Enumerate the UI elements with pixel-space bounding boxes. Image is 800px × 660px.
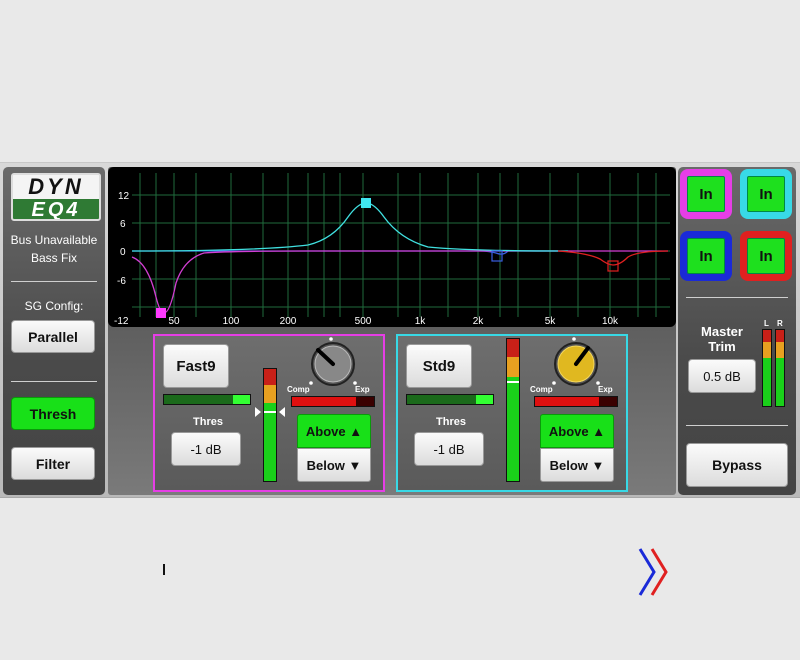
divider — [686, 297, 788, 298]
band1-thres-label: Thres — [193, 416, 223, 428]
band3-in-button[interactable]: In — [680, 231, 732, 281]
x-tick: 1k — [415, 316, 427, 327]
band2-level-meter — [506, 338, 520, 482]
dyn-eq4-logo: DYN EQ4 — [11, 173, 101, 221]
eq-graph[interactable]: 12 6 0 -6 -12 50 100 200 500 1k 2k 5k 10… — [108, 167, 676, 327]
band1-in-button[interactable]: In — [680, 169, 732, 219]
above-label: Above — [548, 423, 589, 439]
band2-below-button[interactable]: Below ▼ — [540, 448, 614, 482]
band1-type-button[interactable]: Fast9 — [163, 344, 229, 388]
graph-background — [108, 167, 676, 327]
y-tick: -6 — [117, 276, 126, 287]
band1-dynamics-panel: Fast9 Thres -1 dB Comp Exp Above ▲ Below… — [153, 334, 385, 575]
band2-thres-value[interactable]: -1 dB — [414, 432, 484, 466]
right-panel: In In In In Master Trim 0.5 dB L R Bypas… — [678, 167, 796, 495]
band2-thres-label: Thres — [436, 416, 466, 428]
x-tick: 100 — [223, 316, 240, 327]
exp-label: Exp — [355, 385, 370, 394]
below-label: Below — [549, 457, 588, 473]
band2-comp-exp-knob[interactable]: Comp Exp — [530, 336, 620, 396]
next-chevron-icon[interactable] — [636, 545, 672, 599]
y-tick: 6 — [120, 219, 126, 230]
meter-l-label: L — [764, 319, 769, 328]
down-triangle-icon: ▼ — [348, 457, 362, 473]
band2-ratio-bar — [534, 396, 618, 407]
x-tick: 5k — [545, 316, 557, 327]
x-tick: 2k — [473, 316, 485, 327]
band2-dynamics-panel: Std9 Thres -1 dB Comp Exp Above ▲ Below … — [396, 334, 628, 492]
bass-fix-label: Bass Fix — [30, 251, 77, 265]
exp-label: Exp — [598, 385, 613, 394]
divider — [11, 381, 97, 382]
band1-above-button[interactable]: Above ▲ — [297, 414, 371, 448]
master-meter-left — [762, 329, 772, 407]
in-label: In — [747, 176, 785, 212]
x-tick: 50 — [168, 316, 180, 327]
band2-type-button[interactable]: Std9 — [406, 344, 472, 388]
filter-button[interactable]: Filter — [11, 447, 95, 480]
master-meter-right — [775, 329, 785, 407]
x-tick: 10k — [602, 316, 619, 327]
down-triangle-icon: ▼ — [591, 457, 605, 473]
up-triangle-icon: ▲ — [592, 423, 606, 439]
logo-bottom: EQ4 — [13, 199, 99, 219]
x-tick: 200 — [280, 316, 297, 327]
divider — [686, 425, 788, 426]
band1-handle[interactable] — [156, 308, 166, 318]
master-trim-line2: Trim — [708, 339, 736, 354]
logo-top: DYN — [13, 175, 99, 199]
band1-below-button[interactable]: Below ▼ — [297, 448, 371, 482]
y-tick: 0 — [120, 247, 126, 258]
band2-gain-meter — [406, 394, 494, 405]
in-label: In — [747, 238, 785, 274]
up-triangle-icon: ▲ — [349, 423, 363, 439]
sg-config-label: SG Config: — [24, 299, 84, 313]
band1-gain-meter — [163, 394, 251, 405]
band1-level-meter — [263, 368, 277, 482]
band4-in-button[interactable]: In — [740, 231, 792, 281]
master-trim-line1: Master — [701, 324, 743, 339]
bypass-button[interactable]: Bypass — [686, 443, 788, 487]
x-tick: 500 — [355, 316, 372, 327]
parallel-button[interactable]: Parallel — [11, 320, 95, 353]
threshold-marker-right — [279, 407, 285, 417]
divider — [11, 281, 97, 282]
band2-above-button[interactable]: Above ▲ — [540, 414, 614, 448]
y-tick: -12 — [114, 316, 129, 327]
below-label: Below — [306, 457, 345, 473]
in-label: In — [687, 176, 725, 212]
meter-r-label: R — [777, 319, 783, 328]
comp-label: Comp — [530, 385, 553, 394]
band1-ratio-bar — [291, 396, 375, 407]
y-tick: 12 — [118, 191, 130, 202]
threshold-marker-left — [255, 407, 261, 417]
master-trim-label: Master Trim — [684, 324, 760, 354]
thresh-button[interactable]: Thresh — [11, 397, 95, 430]
in-label: In — [687, 238, 725, 274]
band2-handle[interactable] — [361, 198, 371, 208]
dyn-eq4-plugin: DYN EQ4 Bus Unavailable Bass Fix SG Conf… — [0, 162, 800, 596]
band2-in-button[interactable]: In — [740, 169, 792, 219]
comp-label: Comp — [287, 385, 310, 394]
above-label: Above — [305, 423, 346, 439]
bus-status: Bus Unavailable — [10, 233, 98, 247]
master-trim-value[interactable]: 0.5 dB — [688, 359, 756, 393]
band1-comp-exp-knob[interactable]: Comp Exp — [287, 336, 377, 396]
left-panel: DYN EQ4 Bus Unavailable Bass Fix SG Conf… — [3, 167, 105, 495]
band1-thres-value[interactable]: -1 dB — [171, 432, 241, 466]
